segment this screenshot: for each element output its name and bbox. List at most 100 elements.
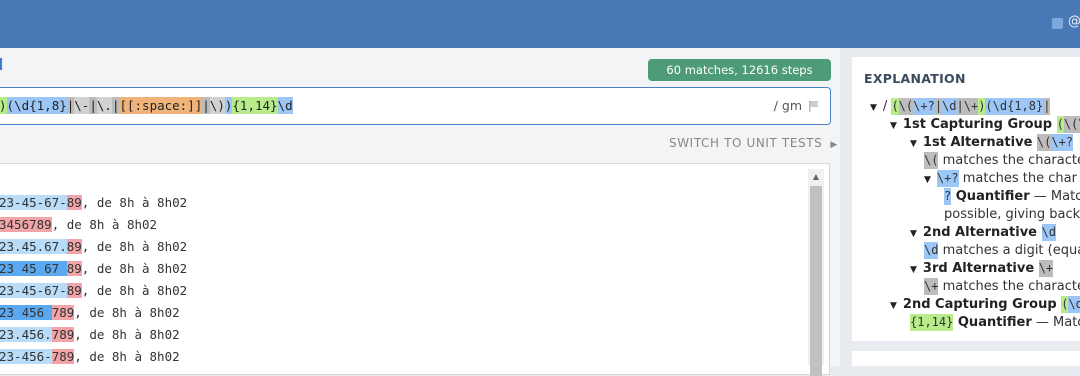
scroll-up-icon[interactable]: ▲ — [808, 169, 824, 185]
caret-down-icon[interactable]: ▼ — [890, 301, 897, 311]
test-text: , de 8h à 8h02 — [81, 195, 188, 210]
caret-down-icon[interactable]: ▼ — [910, 229, 917, 239]
scrollbar-thumb[interactable] — [810, 186, 822, 376]
explanation-token: \d — [924, 242, 939, 259]
editor-link[interactable] — [0, 58, 2, 70]
match-highlight: 23.45.67. — [0, 239, 67, 254]
explanation-token: \+? — [936, 170, 959, 187]
explanation-row[interactable]: ▼ 3rd Alternative \+ — [910, 260, 1054, 278]
caret-down-icon[interactable]: ▼ — [924, 175, 931, 185]
explanation-text: matches the characte — [938, 153, 1080, 168]
caret-down-icon[interactable]: ▼ — [910, 265, 917, 275]
test-line: 3456789, de 8h à 8h02 — [0, 216, 157, 234]
match-highlight: 789 — [51, 349, 75, 364]
regex-tokens[interactable]: )(\d{1,8}|\-|\.|[[:space:]]|\)){1,14}\d — [0, 88, 293, 124]
regex-token[interactable]: | — [66, 97, 75, 114]
explanation-row[interactable]: \d matches a digit (equa — [924, 242, 1080, 260]
explanation-token: ( — [1061, 296, 1069, 313]
match-highlight: 89 — [66, 239, 82, 254]
explanation-row[interactable]: ▼ / (\(\+?|\d|\+)(\d{1,8}| — [870, 98, 1051, 116]
regex-token[interactable]: \d — [277, 97, 293, 114]
explanation-row[interactable]: possible, giving back a — [944, 206, 1080, 224]
test-line: 23 456 789, de 8h à 8h02 — [0, 304, 180, 322]
twitter-icon[interactable] — [1052, 18, 1063, 29]
test-text: , de 8h à 8h02 — [51, 217, 158, 232]
explanation-row[interactable]: {1,14} Quantifier — Matc — [910, 314, 1080, 332]
explanation-text: 2nd Alternative — [922, 225, 1042, 240]
regex-token[interactable]: | — [89, 97, 97, 114]
regex-token[interactable]: | — [202, 97, 210, 114]
match-highlight: 23.456. — [0, 327, 52, 342]
explanation-token: \( — [898, 98, 914, 115]
regex-token[interactable]: | — [111, 97, 120, 114]
explanation-token: ( — [1056, 116, 1064, 133]
explanation-title: EXPLANATION — [864, 71, 966, 86]
explanation-token: \d{ — [1068, 296, 1080, 313]
explanation-row[interactable]: \( matches the characte — [924, 152, 1080, 170]
test-text: , de 8h à 8h02 — [74, 349, 180, 364]
explanation-token: \(\+ — [1063, 116, 1080, 133]
explanation-row[interactable]: \+ matches the characte — [924, 278, 1080, 296]
regex-token[interactable]: \d{1,8} — [14, 97, 67, 114]
test-text: , de 8h à 8h02 — [74, 327, 180, 342]
explanation-token: \+? — [1051, 134, 1074, 151]
flag-icon[interactable] — [808, 100, 820, 112]
explanation-text: matches the characte — [938, 279, 1080, 294]
explanation-token: ) — [978, 98, 986, 115]
explanation-token: {1,14} — [910, 314, 954, 331]
explanation-row[interactable]: ▼ 2nd Alternative \d — [910, 224, 1056, 242]
test-text: , de 8h à 8h02 — [81, 261, 188, 276]
explanation-row[interactable]: ▼ 1st Capturing Group (\(\+ — [890, 116, 1080, 134]
regex-token[interactable]: {1,14} — [232, 97, 278, 114]
match-highlight: 23-456- — [0, 349, 52, 364]
regex-token[interactable]: [[:space:]] — [119, 97, 203, 114]
test-text: , de 8h à 8h02 — [81, 283, 188, 298]
match-info-badge: 60 matches, 12616 steps (~25ms) — [648, 59, 831, 99]
explanation-token: | — [956, 98, 964, 115]
caret-down-icon[interactable]: ▼ — [870, 103, 877, 113]
explanation-token: \( — [1036, 134, 1052, 151]
match-highlight: 23 456 — [0, 305, 52, 320]
match-highlight: 89 — [66, 283, 82, 298]
explanation-token: \+ — [924, 278, 939, 295]
test-line: 23-45-67-89, de 8h à 8h02 — [0, 282, 187, 300]
explanation-token: ( — [891, 98, 899, 115]
explanation-text: 1st Alternative — [922, 135, 1037, 150]
match-highlight: 3456789 — [0, 217, 52, 232]
regex-token[interactable]: \- — [74, 97, 90, 114]
caret-down-icon[interactable]: ▼ — [890, 121, 897, 131]
explanation-row[interactable]: ▼ \+? matches the char — [924, 170, 1077, 188]
switch-label: SWITCH TO UNIT TESTS — [669, 136, 823, 150]
regex-token[interactable]: ) — [224, 97, 233, 114]
switch-to-unit-tests-button[interactable]: SWITCH TO UNIT TESTS ▶ — [669, 136, 838, 150]
test-string-scrollbar[interactable]: ▲ — [808, 169, 824, 376]
caret-down-icon[interactable]: ▼ — [910, 139, 917, 149]
test-text: , de 8h à 8h02 — [74, 305, 180, 320]
explanation-token: \d — [1041, 224, 1056, 241]
test-text: , de 8h à 8h02 — [81, 239, 188, 254]
test-line: 23.456.789, de 8h à 8h02 — [0, 326, 180, 344]
top-bar: @ — [0, 0, 1080, 48]
match-info-panel — [852, 351, 1080, 366]
explanation-text: — Matc — [1031, 315, 1080, 330]
match-highlight: 89 — [66, 261, 82, 276]
regex-input[interactable]: )(\d{1,8}|\-|\.|[[:space:]]|\)){1,14}\d … — [0, 87, 831, 125]
explanation-row[interactable]: ▼ 1st Alternative \(\+? — [910, 134, 1074, 152]
explanation-token: ( — [985, 98, 993, 115]
social-handle[interactable]: @ — [1068, 14, 1080, 29]
test-string-editor[interactable]: 23-45-67-89, de 8h à 8h02 3456789, de 8h … — [0, 163, 830, 375]
explanation-row[interactable]: ? Quantifier — Match — [944, 188, 1080, 206]
explanation-text: Quantifier — [951, 189, 1030, 204]
test-line: 23-45-67-89, de 8h à 8h02 — [0, 194, 187, 212]
regex-token[interactable]: \. — [96, 97, 112, 114]
regex-flags[interactable]: / gm — [774, 88, 802, 124]
regex-token[interactable]: ( — [6, 97, 15, 114]
chevron-right-icon: ▶ — [830, 140, 838, 150]
regex-token[interactable]: \) — [209, 97, 225, 114]
explanation-token: \( — [924, 152, 939, 169]
explanation-text: / — [882, 99, 892, 114]
explanation-token: \+ — [1038, 260, 1054, 277]
explanation-row[interactable]: ▼ 2nd Capturing Group (\d{ — [890, 296, 1080, 314]
explanation-token: | — [934, 98, 943, 115]
test-line: 23-456-789, de 8h à 8h02 — [0, 348, 180, 366]
